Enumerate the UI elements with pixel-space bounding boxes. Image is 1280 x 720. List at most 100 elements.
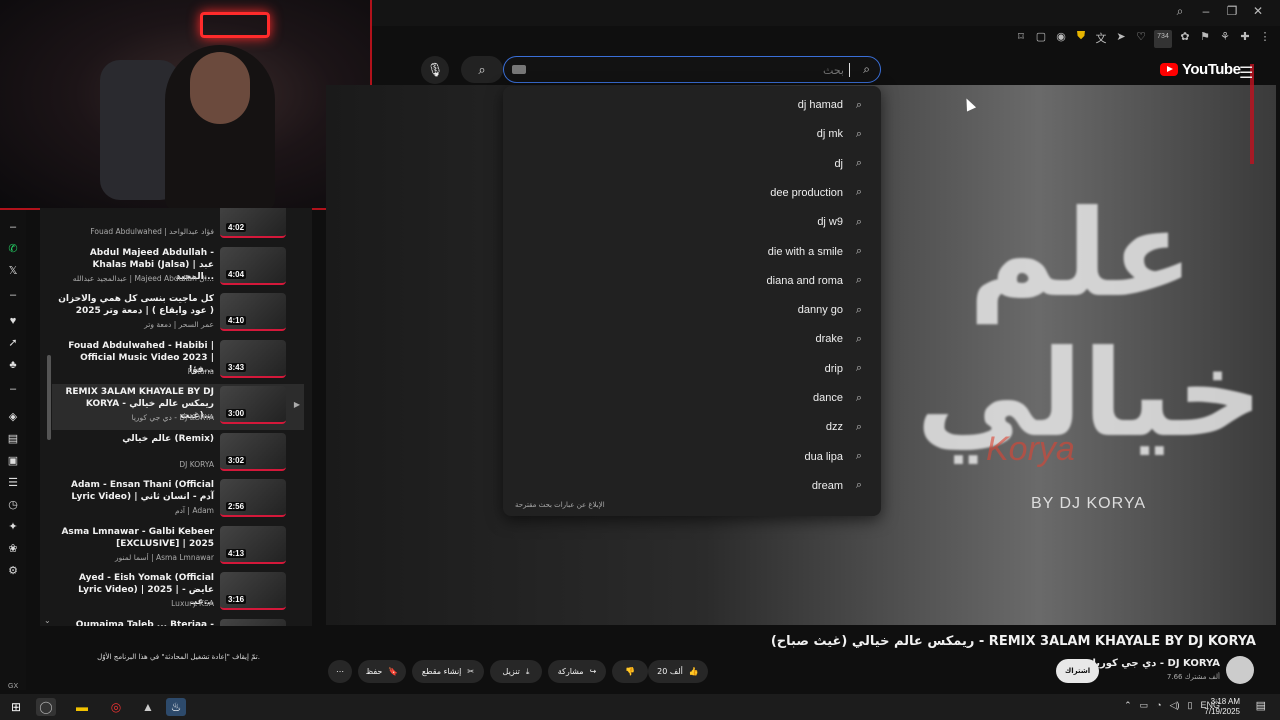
playlist-item[interactable]: Abdul Majeed Abdullah - Khalas Mabi (Jal…: [52, 245, 304, 291]
suggestion-item[interactable]: dj hamad ⌕: [798, 95, 865, 115]
search-input[interactable]: [514, 62, 844, 78]
playlist-item-thumbnail[interactable]: 4:04: [220, 246, 286, 285]
heart-icon[interactable]: ♡: [1134, 30, 1148, 48]
chevron-up-icon[interactable]: ⌃: [1124, 700, 1132, 711]
suggestion-item[interactable]: dee production ⌕: [770, 183, 865, 203]
windows-start-icon[interactable]: ⊞: [6, 698, 26, 716]
suggestion-item[interactable]: dzz ⌕: [826, 417, 865, 437]
suggestion-item[interactable]: danny go ⌕: [798, 300, 865, 320]
dislike-button[interactable]: 👎: [612, 660, 648, 683]
playlist-item-thumbnail[interactable]: 3:16: [220, 572, 286, 610]
pin-icon[interactable]: ⌑: [1014, 30, 1028, 48]
playlist-item[interactable]: Asma Lmnawar - Galbi Kebeer [EXCLUSIVE] …: [52, 524, 304, 570]
close-icon[interactable]: ✕: [1250, 4, 1266, 22]
app-icon[interactable]: ▲: [138, 698, 158, 716]
maximize-icon[interactable]: ❐: [1224, 4, 1240, 22]
network-icon[interactable]: ▭: [1140, 700, 1149, 711]
crab-icon[interactable]: ❀: [6, 542, 20, 556]
playlist-item-thumbnail[interactable]: 4:10: [220, 293, 286, 331]
playlist-item[interactable]: Adam - Ensan Thani (Official Lyric Video…: [52, 477, 304, 523]
playlist-item-duration: 4:13: [226, 548, 247, 558]
cube-icon[interactable]: ◈: [6, 410, 20, 424]
puzzle-icon[interactable]: ✚: [1238, 30, 1252, 48]
camera-icon[interactable]: ◉: [1054, 30, 1068, 48]
menu-icon[interactable]: ☰: [1239, 63, 1253, 83]
suggestion-label: diana and roma: [766, 274, 843, 287]
extension-icon[interactable]: ⚘: [1218, 30, 1232, 48]
playlist-item[interactable]: Fouad Abdulwahed - Habibi | Official Mus…: [52, 338, 304, 384]
chevron-down-icon[interactable]: ⌄: [44, 616, 51, 625]
taskbar-clock[interactable]: 3:18 AM 7/19/2025: [1204, 697, 1240, 717]
like-button[interactable]: 20 ألف 👍: [648, 660, 708, 683]
x-twitter-icon[interactable]: 𝕏: [6, 264, 20, 278]
suggestion-item[interactable]: drake ⌕: [815, 329, 865, 349]
list-icon[interactable]: ☰: [6, 476, 20, 490]
volume-icon[interactable]: ◁): [1170, 700, 1180, 711]
save-button[interactable]: حفظ 🔖: [358, 660, 406, 683]
suggestion-item[interactable]: dua lipa ⌕: [804, 447, 865, 467]
shield-icon[interactable]: ⛊: [1074, 30, 1088, 48]
voice-search-button[interactable]: 🎙: [421, 56, 449, 84]
playlist-item[interactable]: Oumaima Taleb ... Bterjaa - 2023 ...: [52, 617, 304, 626]
playlist-item-thumbnail[interactable]: 3:00: [220, 386, 286, 424]
arrow-icon[interactable]: ➚: [6, 336, 20, 350]
subscribe-button[interactable]: اشتراك: [1056, 659, 1099, 683]
suggestion-item[interactable]: dj ⌕: [834, 154, 865, 174]
search-box[interactable]: ⌕: [503, 56, 881, 83]
clock-icon[interactable]: ◷: [6, 498, 20, 512]
clip-button[interactable]: إنشاء مقطع ✂: [412, 660, 484, 683]
screenshot-icon[interactable]: ▢: [1034, 30, 1048, 48]
playlist-item[interactable]: عالم خيالي (Remix) DJ KORYA 3:02: [52, 431, 304, 477]
battery-icon[interactable]: ▯: [1188, 700, 1193, 711]
suggestion-item[interactable]: drip ⌕: [825, 359, 865, 379]
wifi-icon[interactable]: ◔: [1156, 700, 1161, 711]
suggestion-item[interactable]: diana and roma ⌕: [767, 271, 865, 291]
playlist-item-duration: 2:56: [226, 502, 247, 511]
extension-icon[interactable]: ⚑: [1198, 30, 1212, 48]
search-button[interactable]: ⌕: [461, 56, 503, 83]
translate-icon[interactable]: 文: [1094, 30, 1108, 48]
browser-icon[interactable]: ◎: [106, 698, 126, 716]
suggestion-item[interactable]: dream ⌕: [812, 476, 865, 496]
steam-icon[interactable]: ♨: [166, 698, 186, 716]
send-icon[interactable]: ➤: [1114, 30, 1128, 48]
report-suggestions-link[interactable]: الإبلاغ عن عبارات بحث مقترحة: [515, 501, 605, 509]
download-button[interactable]: تنزيل ⤓: [490, 660, 542, 683]
search-icon[interactable]: ◯: [36, 698, 56, 716]
minus-icon[interactable]: –: [6, 220, 20, 234]
notification-icon[interactable]: ▤: [1256, 699, 1266, 712]
share-button[interactable]: مشاركة ↪: [548, 660, 606, 683]
suggestion-item[interactable]: dance ⌕: [813, 388, 865, 408]
more-actions-button[interactable]: ⋯: [328, 660, 352, 683]
suggestion-item[interactable]: dj w9 ⌕: [817, 212, 865, 232]
puzzle-icon[interactable]: ✦: [6, 520, 20, 534]
playlist-item[interactable]: Fouad Abdulwahed | فؤاد عبدالواحد 4:02: [52, 208, 304, 244]
suggestion-item[interactable]: dj mk ⌕: [817, 124, 865, 144]
playlist-item[interactable]: REMIX 3ALAM KHAYALE BY DJ KORYA - ريمكس …: [52, 384, 304, 430]
extension-badge[interactable]: 734: [1154, 30, 1172, 48]
file-explorer-icon[interactable]: ▬: [72, 698, 92, 716]
more-icon[interactable]: ⋮: [1258, 30, 1272, 48]
extension-icon[interactable]: ✿: [1178, 30, 1192, 48]
channel-avatar[interactable]: [1226, 656, 1254, 684]
bag-icon[interactable]: ♣: [6, 358, 20, 372]
playlist-item-thumbnail[interactable]: 3:43: [220, 339, 286, 378]
settings-icon[interactable]: ⚙: [6, 564, 20, 578]
playlist-item-thumbnail[interactable]: 4:13: [220, 525, 286, 564]
playlist-item-thumbnail[interactable]: 4:02: [220, 208, 286, 238]
search-icon: ⌕: [855, 157, 863, 170]
heart-icon[interactable]: ♥: [6, 314, 20, 328]
minimize-icon[interactable]: –: [1198, 4, 1214, 22]
youtube-logo[interactable]: YouTube: [1160, 61, 1241, 78]
whatsapp-icon[interactable]: ✆: [6, 242, 20, 256]
playlist-item[interactable]: Ayed - Eish Yomak (Official Lyric Video)…: [52, 570, 304, 616]
playlist-item-thumbnail[interactable]: [220, 618, 286, 626]
book-icon[interactable]: ▤: [6, 432, 20, 446]
playlist-scrollbar[interactable]: [47, 355, 51, 440]
playlist-item[interactable]: كل ماجيت بنسى كل همي والاحزان ( عود وايق…: [52, 291, 304, 337]
playlist-item-thumbnail[interactable]: 3:02: [220, 432, 286, 471]
playlist-item-thumbnail[interactable]: 2:56: [220, 479, 286, 517]
suggestion-item[interactable]: die with a smile ⌕: [768, 242, 865, 262]
note-icon[interactable]: ▣: [6, 454, 20, 468]
search-tabs-icon[interactable]: ⌕: [1172, 4, 1188, 22]
